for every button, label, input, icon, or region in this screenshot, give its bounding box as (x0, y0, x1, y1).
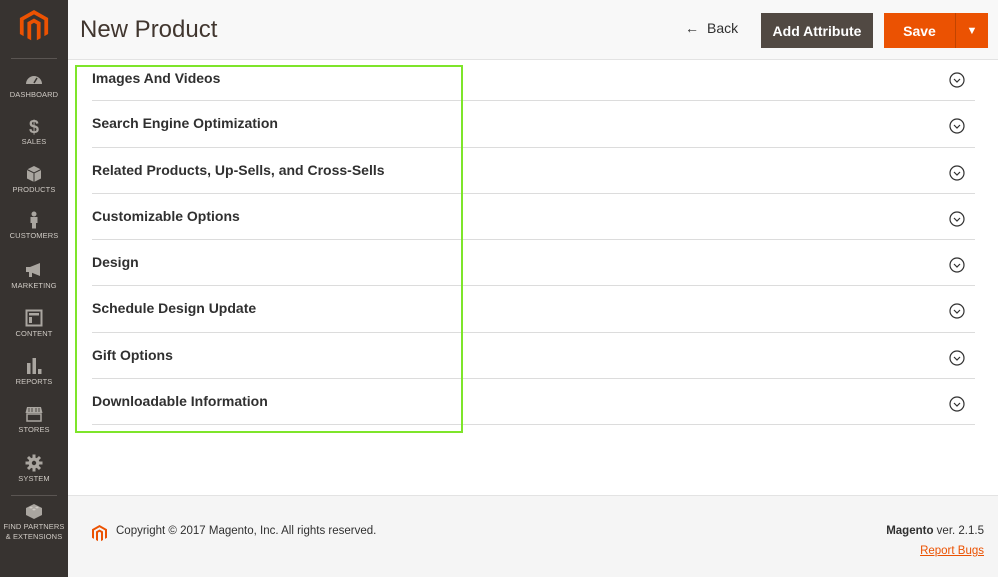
arrow-left-icon: ← (685, 20, 699, 36)
report-bugs-link[interactable]: Report Bugs (920, 545, 984, 557)
bar-chart-icon (27, 358, 42, 374)
section-images-and-videos[interactable]: Images And Videos (92, 55, 975, 102)
svg-text:$: $ (29, 117, 39, 135)
product-sections: Images And Videos Search Engine Optimiza… (92, 55, 975, 426)
sidebar-divider (11, 495, 57, 496)
sidebar-item-dashboard[interactable]: DASHBOARD (0, 70, 68, 100)
back-label: Back (707, 20, 739, 36)
sidebar-item-system[interactable]: SYSTEM (0, 454, 68, 484)
section-search-engine-optimization[interactable]: Search Engine Optimization (92, 101, 975, 148)
sidebar-item-customers[interactable]: CUSTOMERS (0, 211, 68, 241)
section-schedule-design-update[interactable]: Schedule Design Update (92, 286, 975, 333)
chevron-down-circle-icon[interactable] (949, 72, 965, 88)
sidebar-item-label: SYSTEM (18, 474, 50, 483)
megaphone-icon (26, 263, 40, 277)
section-title: Design (92, 254, 139, 271)
page-header: New Product ← Back Add Attribute Save ▼ (68, 0, 998, 60)
section-gift-options[interactable]: Gift Options (92, 333, 975, 380)
save-button[interactable]: Save (884, 13, 956, 48)
chevron-down-circle-icon[interactable] (949, 211, 965, 227)
section-downloadable-information[interactable]: Downloadable Information (92, 379, 975, 426)
sidebar-item-label: STORES (18, 425, 50, 434)
add-attribute-button[interactable]: Add Attribute (761, 13, 873, 48)
label-line-1: FIND PARTNERS (3, 522, 65, 531)
version-number: ver. 2.1.5 (933, 525, 984, 537)
sidebar-item-label: CONTENT (15, 329, 53, 338)
sidebar-item-label: CUSTOMERS (9, 231, 59, 240)
layout-icon (25, 309, 43, 327)
page-title: New Product (80, 16, 218, 43)
section-title: Schedule Design Update (92, 300, 257, 317)
save-options-toggle[interactable]: ▼ (956, 13, 988, 48)
caret-down-icon: ▼ (966, 24, 978, 37)
chevron-down-circle-icon[interactable] (949, 396, 965, 412)
label-line-2: & EXTENSIONS (5, 531, 63, 541)
section-title: Search Engine Optimization (92, 115, 278, 132)
section-design[interactable]: Design (92, 240, 975, 287)
sidebar-item-reports[interactable]: REPORTS (0, 357, 68, 387)
sidebar-divider (11, 58, 57, 59)
sidebar-item-find-partners[interactable]: FIND PARTNERS & EXTENSIONS (0, 502, 68, 541)
chevron-down-circle-icon[interactable] (949, 303, 965, 320)
section-title: Related Products, Up-Sells, and Cross-Se… (92, 161, 385, 178)
sidebar-item-label: SALES (21, 137, 47, 146)
sidebar-item-content[interactable]: CONTENT (0, 309, 68, 339)
chevron-down-circle-icon[interactable] (949, 164, 965, 181)
section-title: Downloadable Information (92, 393, 268, 410)
brand-name: Magento (886, 525, 934, 537)
sidebar-item-sales[interactable]: $ SALES (0, 117, 68, 147)
section-title: Gift Options (92, 346, 173, 363)
section-title: Customizable Options (92, 207, 240, 224)
section-customizable-options[interactable]: Customizable Options (92, 194, 975, 241)
chevron-down-circle-icon[interactable] (949, 118, 965, 134)
storefront-icon (25, 407, 43, 422)
lego-block-icon (26, 504, 42, 519)
section-related-products[interactable]: Related Products, Up-Sells, and Cross-Se… (92, 148, 975, 194)
sidebar-item-label: DASHBOARD (9, 90, 59, 99)
sidebar-item-products[interactable]: PRODUCTS (0, 165, 68, 195)
sidebar-item-label: FIND PARTNERS & EXTENSIONS (0, 522, 68, 541)
magento-logo-icon (92, 525, 107, 542)
box-icon (26, 166, 42, 182)
chevron-down-circle-icon[interactable] (949, 350, 965, 366)
section-title: Images And Videos (92, 70, 221, 86)
sidebar-item-stores[interactable]: STORES (0, 405, 68, 435)
back-button[interactable]: ← Back (685, 20, 738, 36)
dollar-icon: $ (29, 117, 39, 135)
sidebar-item-label: PRODUCTS (12, 185, 56, 194)
page-footer: Copyright © 2017 Magento, Inc. All right… (68, 495, 998, 577)
person-icon (30, 211, 38, 229)
dashboard-icon (26, 76, 42, 84)
admin-sidebar: DASHBOARD $ SALES PRODUCTS CUSTOMERS MAR… (0, 0, 68, 577)
sidebar-item-marketing[interactable]: MARKETING (0, 261, 68, 291)
magento-logo-icon[interactable] (19, 10, 49, 42)
sidebar-item-label: MARKETING (11, 281, 57, 290)
chevron-down-circle-icon[interactable] (949, 257, 965, 273)
copyright-text: Copyright © 2017 Magento, Inc. All right… (116, 525, 377, 537)
gear-icon (25, 454, 43, 472)
sidebar-item-label: REPORTS (15, 377, 53, 386)
version-info: Magento ver. 2.1.5 (886, 525, 984, 537)
